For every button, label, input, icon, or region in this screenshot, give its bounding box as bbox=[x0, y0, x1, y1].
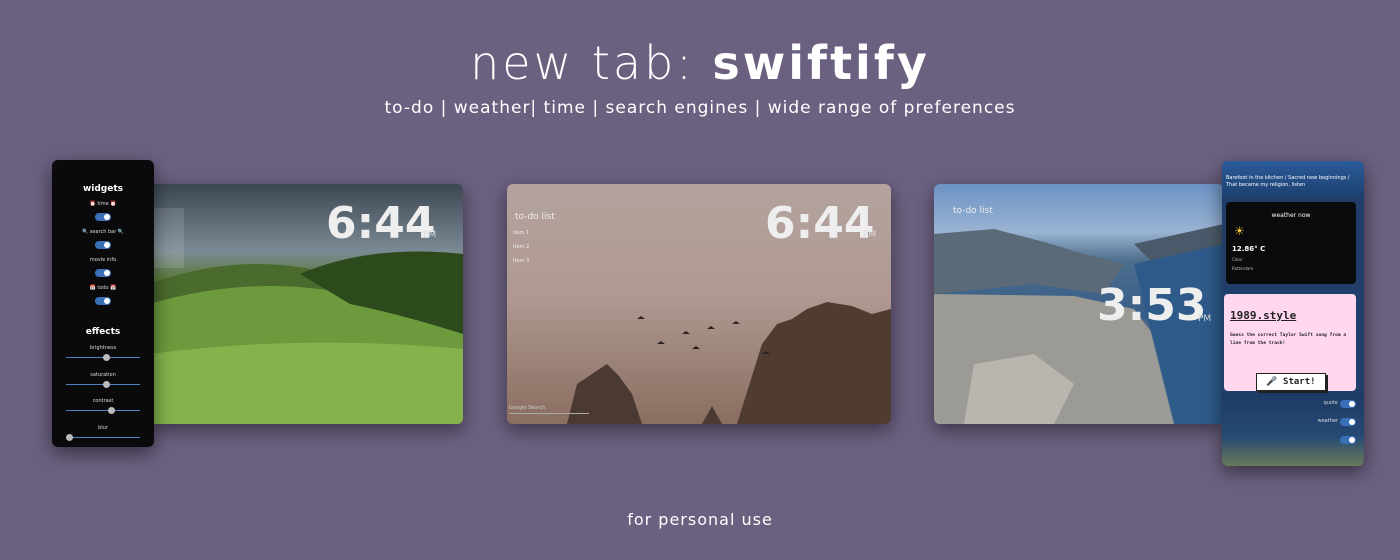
overlay-box bbox=[150, 208, 184, 268]
clock-time: 6:44 bbox=[326, 198, 436, 249]
search-input[interactable]: Google Search bbox=[509, 405, 589, 414]
widget-label-search: 🔍 search bar 🔍 bbox=[81, 229, 125, 235]
footer-text: for personal use bbox=[627, 510, 773, 529]
saturation-slider[interactable] bbox=[66, 381, 140, 388]
toggle-time[interactable] bbox=[95, 213, 111, 221]
weather-temp: 12.86° C bbox=[1232, 245, 1266, 253]
toggle-label-weather: weather bbox=[1317, 418, 1339, 424]
todo-item[interactable]: Item 1 bbox=[513, 230, 529, 236]
clock-time: 6:44 bbox=[765, 198, 875, 249]
start-button[interactable]: 🎤 Start! bbox=[1256, 373, 1326, 391]
slider-knob[interactable] bbox=[103, 354, 110, 361]
page-title: new tab: swiftify bbox=[0, 36, 1400, 90]
widget-label-todo: 📅 todo 📅 bbox=[89, 285, 117, 291]
screenshot-rocks-birds: to-do list Item 1 Item 2 Item 3 6:44 PM … bbox=[507, 184, 891, 424]
contrast-slider[interactable] bbox=[66, 407, 140, 414]
toggle-movie-info[interactable] bbox=[95, 269, 111, 277]
game-description: Guess the correct Taylor Swift song from… bbox=[1230, 333, 1347, 346]
slider-knob[interactable] bbox=[103, 381, 110, 388]
effect-label-brightness: brightness bbox=[89, 345, 117, 351]
slider-knob[interactable] bbox=[108, 407, 116, 414]
screenshot-fjord: to-do list 3:53 PM bbox=[934, 184, 1224, 424]
slider-knob[interactable] bbox=[66, 434, 73, 441]
clock-ampm: PM bbox=[423, 230, 437, 240]
clock-ampm: PM bbox=[863, 230, 877, 240]
toggle-quote[interactable] bbox=[1340, 400, 1356, 408]
toggle-weather[interactable] bbox=[1340, 418, 1356, 426]
toggle-label-quote: quote bbox=[1323, 400, 1338, 406]
toggle-todo[interactable] bbox=[95, 297, 111, 305]
effects-title: effects bbox=[85, 327, 121, 337]
effect-label-contrast: contrast bbox=[92, 398, 114, 404]
effect-label-saturation: saturation bbox=[90, 372, 116, 378]
game-title: 1989.style bbox=[1230, 309, 1297, 322]
title-bold: swiftify bbox=[712, 36, 930, 90]
widget-label-time: ⏰ time ⏰ bbox=[89, 201, 117, 207]
brightness-slider[interactable] bbox=[66, 354, 140, 361]
weather-location: Rotterdam bbox=[1232, 266, 1254, 271]
weather-title: weather now bbox=[1271, 212, 1311, 219]
effect-label-blur: blur bbox=[98, 425, 108, 431]
mobile-panel: Barefoot in the kitchen / Sacred new beg… bbox=[1222, 161, 1364, 466]
todo-title: to-do list bbox=[515, 212, 555, 222]
widgets-title: widgets bbox=[82, 184, 124, 194]
settings-panel: widgets ⏰ time ⏰ 🔍 search bar 🔍 movie in… bbox=[52, 160, 154, 447]
title-light: new tab: bbox=[470, 36, 695, 90]
page-subtitle: to-do | weather| time | search engines |… bbox=[384, 98, 1016, 118]
screenshot-landscape-hills: 6:44 PM bbox=[150, 184, 463, 424]
toggle-search-bar[interactable] bbox=[95, 241, 111, 249]
widget-label-movie: movie info bbox=[89, 257, 117, 263]
game-card: 1989.style Guess the correct Taylor Swif… bbox=[1224, 294, 1356, 391]
todo-item[interactable]: Item 3 bbox=[513, 258, 529, 264]
weather-card: weather now ☀ 12.86° C Clear Rotterdam bbox=[1226, 202, 1356, 284]
clock-ampm: PM bbox=[1198, 314, 1212, 324]
clock-time: 3:53 bbox=[1097, 280, 1207, 331]
sun-icon: ☀ bbox=[1234, 224, 1245, 238]
todo-item[interactable]: Item 2 bbox=[513, 244, 529, 250]
blur-slider[interactable] bbox=[66, 434, 140, 441]
quote-text: Barefoot in the kitchen / Sacred new beg… bbox=[1226, 175, 1350, 188]
toggle-extra[interactable] bbox=[1340, 436, 1356, 444]
todo-title: to-do list bbox=[953, 206, 993, 216]
weather-condition: Clear bbox=[1232, 257, 1243, 262]
